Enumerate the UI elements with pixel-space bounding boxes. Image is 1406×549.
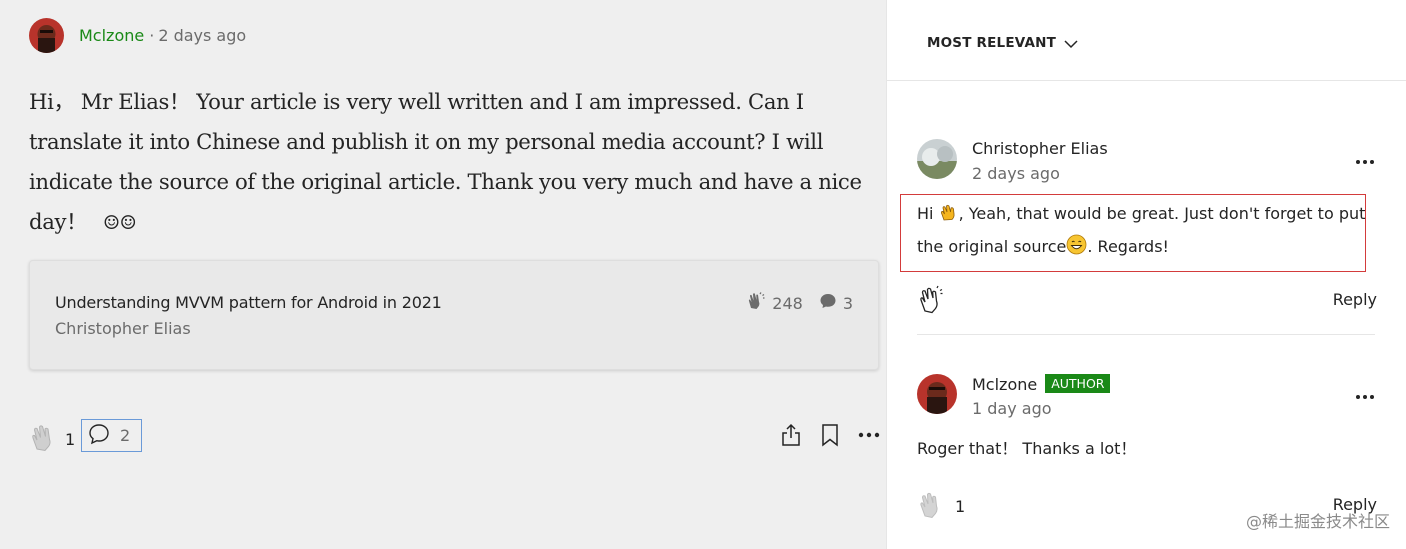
author-badge: AUTHOR <box>1045 374 1111 393</box>
avatar[interactable] <box>29 17 64 53</box>
smiley-emoji: ☺☺ <box>102 212 137 234</box>
response-text: Roger that！ Thanks a lot！ <box>917 439 1137 458</box>
highlight-box <box>900 194 1366 272</box>
article-author: Christopher Elias <box>55 319 191 338</box>
avatar[interactable] <box>917 139 957 179</box>
article-clap-count: 248 <box>772 293 803 313</box>
response-item: Mclzone AUTHOR 1 day ago Roger that！ Than… <box>917 374 1377 524</box>
clap-count: 1 <box>65 429 76 449</box>
more-options-icon[interactable] <box>1355 385 1375 404</box>
chevron-down-icon[interactable] <box>1063 36 1079 55</box>
watermark: @稀土掘金技术社区 <box>1245 512 1390 531</box>
clap-icon[interactable] <box>917 489 947 523</box>
response-bubble-icon <box>819 292 837 314</box>
secondary-actions <box>762 423 880 447</box>
comment-action-bar: 1 2 <box>28 418 880 454</box>
comment-author-row: Mclzone · 2 days ago <box>29 17 246 53</box>
divider <box>917 334 1375 335</box>
clap-count: 1 <box>955 496 966 516</box>
comment-thread-pane: Mclzone · 2 days ago Hi， Mr Elias！ Your … <box>0 0 886 549</box>
sort-dropdown-label[interactable]: MOST RELEVANT <box>927 35 1056 51</box>
clap-button[interactable] <box>917 284 947 318</box>
response-count: 2 <box>120 426 131 445</box>
response-author-name[interactable]: Christopher Elias <box>972 139 1108 158</box>
responses-button[interactable]: 2 <box>81 419 142 452</box>
response-author-name: Mclzone AUTHOR <box>972 374 1111 394</box>
avatar[interactable] <box>917 374 957 414</box>
response-author-name-text[interactable]: Mclzone <box>972 375 1037 394</box>
comment-body: Hi， Mr Elias！ Your article is very well … <box>29 82 889 243</box>
comment-icon[interactable] <box>87 422 111 450</box>
article-stats: 248 3 <box>746 291 853 315</box>
comment-author-name[interactable]: Mclzone <box>79 26 144 45</box>
more-options-icon[interactable] <box>1355 150 1375 169</box>
bookmark-icon[interactable] <box>820 423 840 447</box>
response-timestamp: 2 days ago <box>972 164 1060 183</box>
response-timestamp: 1 day ago <box>972 399 1052 418</box>
clap-button[interactable]: 1 <box>917 489 965 523</box>
share-icon[interactable] <box>780 423 802 447</box>
clap-icon <box>746 291 766 315</box>
clap-button[interactable]: 1 <box>28 422 75 456</box>
clap-icon[interactable] <box>28 422 62 456</box>
responses-panel: MOST RELEVANT Christopher Elias 2 days a… <box>886 0 1406 549</box>
article-title: Understanding MVVM pattern for Android i… <box>55 293 442 312</box>
separator-dot: · <box>149 25 155 45</box>
article-response-count: 3 <box>842 293 853 313</box>
sort-bar: MOST RELEVANT <box>887 0 1406 81</box>
clap-icon[interactable] <box>917 284 947 318</box>
reply-button[interactable]: Reply <box>1333 290 1377 309</box>
comment-timestamp: 2 days ago <box>158 25 247 45</box>
more-options-icon[interactable] <box>858 432 880 438</box>
article-preview-card[interactable]: Understanding MVVM pattern for Android i… <box>29 260 879 370</box>
comment-body-text: Hi， Mr Elias！ Your article is very well … <box>29 89 862 234</box>
